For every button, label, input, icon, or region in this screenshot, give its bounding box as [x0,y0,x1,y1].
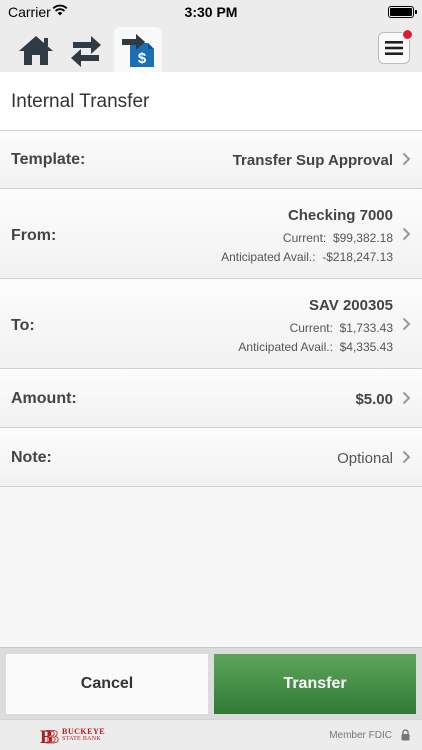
from-anticipated-label: Anticipated Avail.: [221,250,316,264]
from-account: Checking 7000 [287,207,393,224]
to-anticipated-label: Anticipated Avail.: [238,340,333,354]
chevron-right-icon [402,227,411,241]
from-anticipated-value: -$218,247.13 [322,250,393,264]
template-row[interactable]: Template: Transfer Sup Approval [0,131,422,189]
chevron-right-icon [402,152,411,166]
to-current: Current: $1,733.43 [290,321,393,335]
member-fdic-label: Member FDIC [329,730,392,741]
template-value: Transfer Sup Approval [232,152,393,169]
to-current-value: $1,733.43 [339,321,393,335]
transfer-arrows-icon [71,35,101,67]
amount-label: Amount: [11,390,77,407]
to-anticipated-value: $4,335.43 [339,340,393,354]
svg-text:$: $ [138,50,147,67]
battery-icon [388,6,417,18]
note-placeholder: Optional [337,450,393,467]
content-empty-area [0,487,422,647]
from-label: From: [11,227,57,244]
title-bar: Internal Transfer [0,72,422,131]
footer: B B BUCKEYE STATE BANK Member FDIC [0,719,422,750]
status-time: 3:30 PM [184,4,238,20]
home-button[interactable] [12,27,60,72]
from-row[interactable]: From: Checking 7000 Current: $99,382.18 … [0,189,422,279]
transfer-button[interactable]: Transfer [214,654,416,714]
note-label: Note: [11,449,52,466]
note-row[interactable]: Note: Optional [0,428,422,487]
internal-transfer-tab[interactable]: $ [114,27,162,72]
status-bar: Carrier 3:30 PM [0,0,422,24]
bank-logo-icon: B B [40,727,59,746]
bank-name-line1: BUCKEYE [62,727,106,736]
to-account: SAV 200305 [309,297,393,314]
bank-name-line2: STATE BANK [62,736,102,742]
lock-icon [401,729,410,741]
home-icon [19,35,53,65]
template-label: Template: [11,151,86,168]
to-current-label: Current: [289,321,333,335]
menu-icon [385,41,403,55]
from-current: Current: $99,382.18 [283,231,393,245]
page-title: Internal Transfer [11,91,150,112]
transfer-dollar-icon: $ [122,33,154,67]
toolbar: $ [0,24,422,72]
amount-row[interactable]: Amount: $5.00 [0,369,422,428]
svg-text:B: B [46,727,59,746]
transfers-button[interactable] [62,27,110,72]
to-anticipated: Anticipated Avail.: $4,335.43 [238,340,393,354]
chevron-right-icon [402,391,411,405]
menu-button[interactable] [378,29,413,64]
to-label: To: [11,317,35,334]
cancel-button[interactable]: Cancel [6,654,208,714]
action-bar: Cancel Transfer [0,647,422,719]
amount-value: $5.00 [355,391,393,408]
notification-badge [402,29,413,40]
from-current-label: Current: [282,231,327,245]
chevron-right-icon [402,317,411,331]
from-anticipated: Anticipated Avail.: -$218,247.13 [221,250,393,264]
from-current-value: $99,382.18 [332,231,393,245]
chevron-right-icon [402,450,411,464]
to-row[interactable]: To: SAV 200305 Current: $1,733.43 Antici… [0,279,422,369]
